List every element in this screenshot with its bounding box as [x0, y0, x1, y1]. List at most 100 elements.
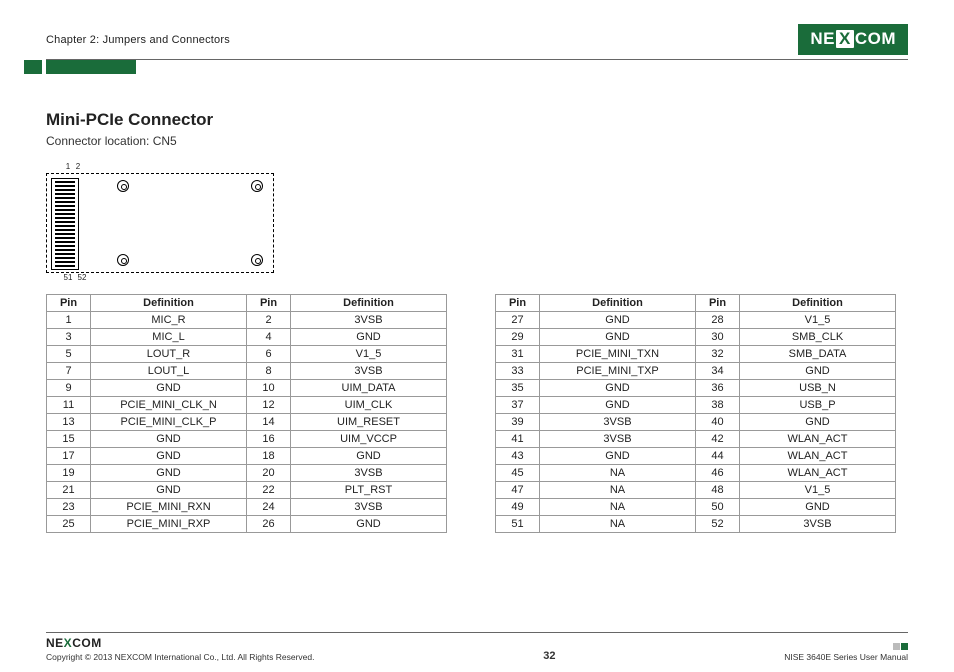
pin-cell: 16: [247, 431, 291, 448]
pin-cell: 45: [496, 465, 540, 482]
pin-cell: 9: [47, 380, 91, 397]
manual-name: NISE 3640E Series User Manual: [784, 652, 908, 662]
page-title: Mini-PCIe Connector: [46, 110, 908, 130]
pin-cell: 19: [47, 465, 91, 482]
diagram-pin-2-label: 2: [75, 162, 81, 171]
diagram-connector-body: [51, 178, 79, 270]
pin-cell: 51: [496, 516, 540, 533]
definition-cell: V1_5: [291, 346, 447, 363]
definition-cell: V1_5: [740, 312, 896, 329]
table-row: 23PCIE_MINI_RXN243VSB: [47, 499, 447, 516]
pin-cell: 30: [696, 329, 740, 346]
table-row: 9GND10UIM_DATA: [47, 380, 447, 397]
pin-cell: 28: [696, 312, 740, 329]
definition-cell: 3VSB: [291, 499, 447, 516]
table-row: 7LOUT_L83VSB: [47, 363, 447, 380]
pin-cell: 36: [696, 380, 740, 397]
pin-cell: 8: [247, 363, 291, 380]
pin-cell: 14: [247, 414, 291, 431]
table-header-pin: Pin: [247, 295, 291, 312]
pin-cell: 32: [696, 346, 740, 363]
pin-cell: 20: [247, 465, 291, 482]
pin-cell: 7: [47, 363, 91, 380]
definition-cell: GND: [540, 329, 696, 346]
diagram-hole-icon: [251, 254, 263, 266]
pin-cell: 11: [47, 397, 91, 414]
table-row: 37GND38USB_P: [496, 397, 896, 414]
connector-diagram: 1 2 51 52: [46, 162, 908, 282]
table-row: 413VSB42WLAN_ACT: [496, 431, 896, 448]
definition-cell: GND: [291, 516, 447, 533]
definition-cell: GND: [540, 448, 696, 465]
pin-cell: 31: [496, 346, 540, 363]
definition-cell: NA: [540, 516, 696, 533]
pin-cell: 48: [696, 482, 740, 499]
table-row: 43GND44WLAN_ACT: [496, 448, 896, 465]
diagram-hole-icon: [117, 180, 129, 192]
table-row: 3MIC_L4GND: [47, 329, 447, 346]
pinout-table-right: Pin Definition Pin Definition 27GND28V1_…: [495, 294, 896, 533]
pin-cell: 47: [496, 482, 540, 499]
pin-cell: 49: [496, 499, 540, 516]
definition-cell: MIC_R: [91, 312, 247, 329]
footer-square-icon: [901, 643, 908, 650]
logo-part-pre: NE: [810, 29, 835, 49]
definition-cell: MIC_L: [91, 329, 247, 346]
definition-cell: WLAN_ACT: [740, 465, 896, 482]
definition-cell: PCIE_MINI_CLK_P: [91, 414, 247, 431]
header-divider: [46, 59, 908, 60]
footer-logo-post: COM: [72, 636, 102, 650]
definition-cell: USB_N: [740, 380, 896, 397]
definition-cell: GND: [540, 312, 696, 329]
table-row: 17GND18GND: [47, 448, 447, 465]
pin-cell: 2: [247, 312, 291, 329]
table-row: 21GND22PLT_RST: [47, 482, 447, 499]
definition-cell: GND: [291, 329, 447, 346]
pin-cell: 5: [47, 346, 91, 363]
definition-cell: USB_P: [740, 397, 896, 414]
logo-part-x: X: [836, 30, 854, 48]
table-row: 5LOUT_R6V1_5: [47, 346, 447, 363]
pin-cell: 37: [496, 397, 540, 414]
pin-cell: 41: [496, 431, 540, 448]
table-row: 31PCIE_MINI_TXN32SMB_DATA: [496, 346, 896, 363]
pin-cell: 10: [247, 380, 291, 397]
pin-cell: 24: [247, 499, 291, 516]
pin-cell: 27: [496, 312, 540, 329]
diagram-pin-51-label: 51: [63, 273, 73, 282]
table-row: 47NA48V1_5: [496, 482, 896, 499]
definition-cell: 3VSB: [291, 312, 447, 329]
pin-cell: 40: [696, 414, 740, 431]
pin-cell: 4: [247, 329, 291, 346]
pin-cell: 12: [247, 397, 291, 414]
diagram-pin-52-label: 52: [77, 273, 87, 282]
definition-cell: LOUT_L: [91, 363, 247, 380]
definition-cell: GND: [291, 448, 447, 465]
definition-cell: GND: [740, 499, 896, 516]
definition-cell: UIM_CLK: [291, 397, 447, 414]
pin-cell: 26: [247, 516, 291, 533]
pin-cell: 33: [496, 363, 540, 380]
definition-cell: UIM_VCCP: [291, 431, 447, 448]
table-header-pin: Pin: [496, 295, 540, 312]
definition-cell: WLAN_ACT: [740, 448, 896, 465]
definition-cell: PCIE_MINI_RXP: [91, 516, 247, 533]
definition-cell: PCIE_MINI_CLK_N: [91, 397, 247, 414]
table-row: 1MIC_R23VSB: [47, 312, 447, 329]
definition-cell: PCIE_MINI_TXP: [540, 363, 696, 380]
table-row: 29GND30SMB_CLK: [496, 329, 896, 346]
header-accent-bar: [46, 60, 136, 74]
definition-cell: GND: [91, 431, 247, 448]
definition-cell: V1_5: [740, 482, 896, 499]
definition-cell: GND: [91, 465, 247, 482]
table-header-def: Definition: [540, 295, 696, 312]
pin-cell: 44: [696, 448, 740, 465]
brand-logo: NEXCOM: [798, 24, 908, 55]
pin-cell: 18: [247, 448, 291, 465]
definition-cell: PCIE_MINI_RXN: [91, 499, 247, 516]
footer-logo-x: X: [64, 636, 73, 650]
definition-cell: GND: [540, 397, 696, 414]
copyright-text: Copyright © 2013 NEXCOM International Co…: [46, 652, 314, 662]
chapter-label: Chapter 2: Jumpers and Connectors: [46, 34, 230, 46]
pin-cell: 43: [496, 448, 540, 465]
